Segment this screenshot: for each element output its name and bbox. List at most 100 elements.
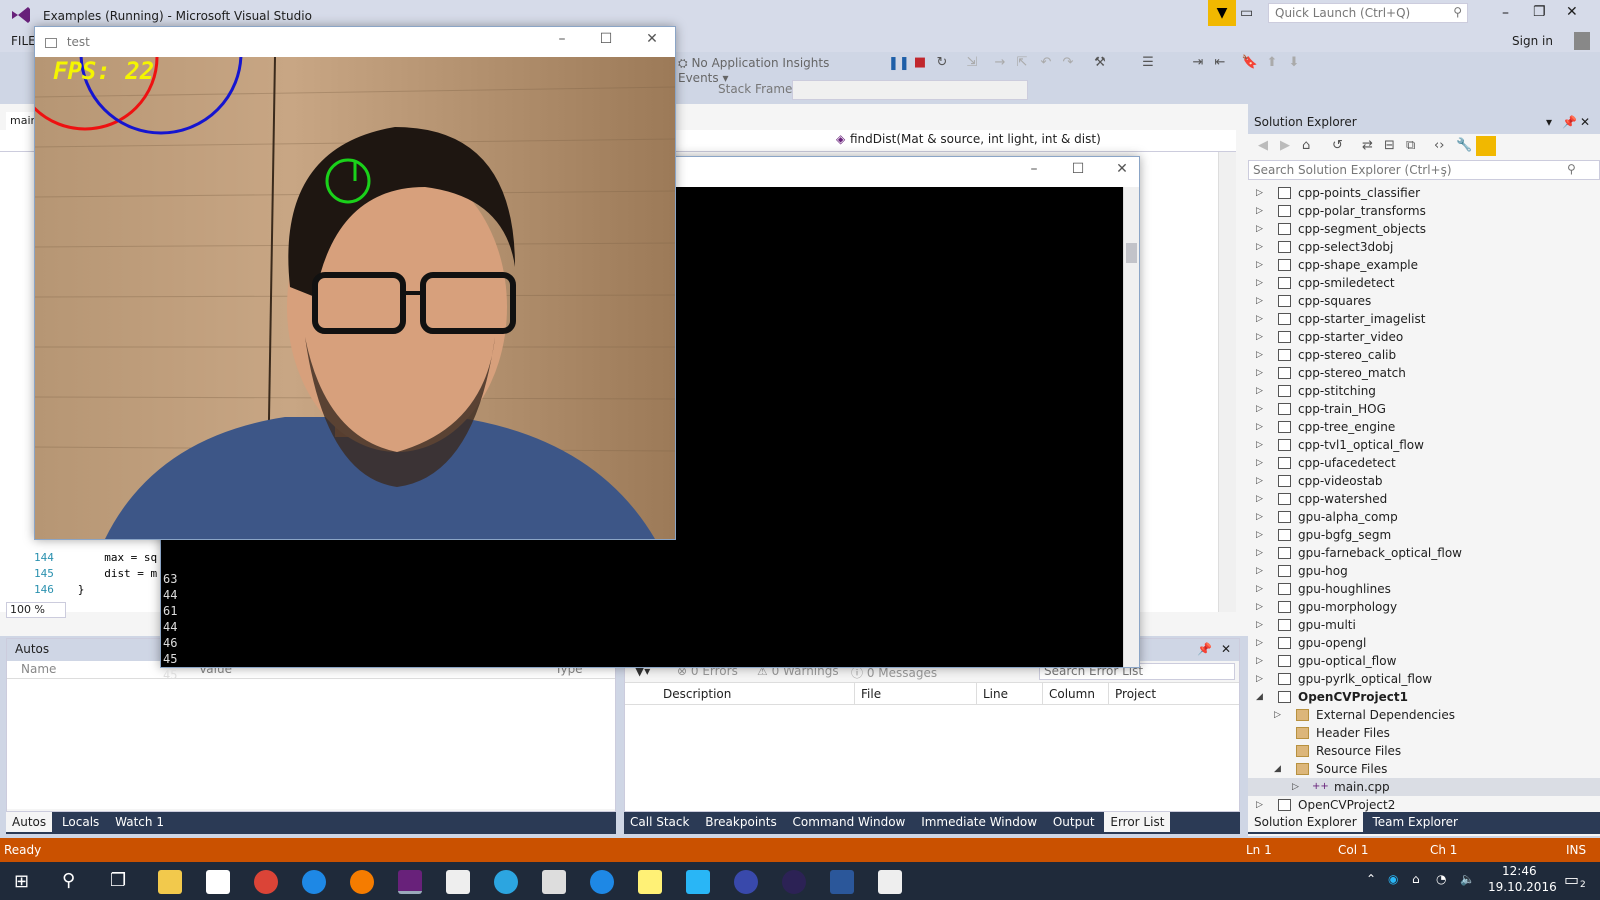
col-file[interactable]: File	[855, 683, 977, 705]
step-out-icon[interactable]: ⇱	[1012, 55, 1032, 70]
tree-main-cpp[interactable]: ▷ ++ main.cpp	[1248, 778, 1600, 796]
tree-project-item[interactable]: ▷ cpp-train_HOG	[1248, 400, 1600, 418]
home-icon[interactable]: ⌂	[1302, 138, 1310, 153]
tray-app-icon[interactable]: ◉	[1388, 872, 1398, 886]
tree-project-item[interactable]: ▷ cpp-points_classifier	[1248, 184, 1600, 202]
app-icon[interactable]	[542, 870, 566, 894]
eclipse-icon[interactable]	[782, 870, 806, 894]
wifi-icon[interactable]: ◔	[1436, 872, 1446, 886]
file-explorer-icon[interactable]	[158, 870, 182, 894]
minimize-button[interactable]: –	[547, 31, 577, 53]
refresh-app-icon[interactable]	[590, 870, 614, 894]
visual-studio-icon[interactable]	[398, 870, 422, 894]
maximize-button[interactable]: ☐	[1063, 161, 1093, 183]
tree-project-item[interactable]: ▷ cpp-shape_example	[1248, 256, 1600, 274]
minimize-button[interactable]: –	[1019, 161, 1049, 183]
word-icon[interactable]	[830, 870, 854, 894]
tree-project-item[interactable]: ▷ cpp-watershed	[1248, 490, 1600, 508]
panel-close-icon[interactable]: ✕	[1221, 642, 1231, 656]
console-scrollbar[interactable]	[1123, 187, 1139, 667]
outdent-icon[interactable]: ⇤	[1210, 55, 1230, 70]
tree-project-item[interactable]: ▷ cpp-smiledetect	[1248, 274, 1600, 292]
tab-breakpoints[interactable]: Breakpoints	[699, 812, 782, 832]
tab-autos[interactable]: Autos	[6, 812, 53, 832]
tree-project-item[interactable]: ▷ cpp-squares	[1248, 292, 1600, 310]
tree-project-opencvproject2[interactable]: ▷ OpenCVProject2	[1248, 796, 1600, 812]
dropdown-icon[interactable]: ▾	[1546, 115, 1552, 129]
maximize-button[interactable]: ☐	[591, 31, 621, 53]
close-button[interactable]: ✕	[637, 31, 667, 53]
tab-output[interactable]: Output	[1047, 812, 1101, 832]
tree-project-item[interactable]: ▷ gpu-opengl	[1248, 634, 1600, 652]
tree-header-files[interactable]: Header Files	[1248, 724, 1600, 742]
tools-icon[interactable]: ⚒	[1090, 55, 1110, 70]
tree-project-item[interactable]: ▷ gpu-farneback_optical_flow	[1248, 544, 1600, 562]
blue-app-icon[interactable]	[686, 870, 710, 894]
tree-project-item[interactable]: ▷ gpu-pyrlk_optical_flow	[1248, 670, 1600, 688]
network-icon[interactable]: ⌂	[1412, 872, 1420, 886]
tree-project-item[interactable]: ▷ gpu-hog	[1248, 562, 1600, 580]
console-app-icon[interactable]	[878, 870, 902, 894]
redo-icon[interactable]: ↷	[1058, 55, 1078, 70]
stop-icon[interactable]: ■	[910, 55, 930, 70]
tab-error-list[interactable]: Error List	[1104, 812, 1171, 832]
back-icon[interactable]: ◀	[1258, 138, 1268, 153]
function-dropdown[interactable]: ◈ findDist(Mat & source, int light, int …	[832, 132, 1232, 150]
store-icon[interactable]	[206, 870, 230, 894]
tree-project-item[interactable]: ▷ cpp-tvl1_optical_flow	[1248, 436, 1600, 454]
solution-search-input[interactable]: Search Solution Explorer (Ctrl+ş) ⚲	[1248, 160, 1600, 180]
history-icon[interactable]: ↺	[1332, 138, 1343, 153]
col-description[interactable]: Description	[657, 683, 855, 705]
tree-source-files[interactable]: ◢ Source Files	[1248, 760, 1600, 778]
format-icon[interactable]: ☰	[1138, 55, 1158, 70]
tree-project-item[interactable]: ▷ gpu-bgfg_segm	[1248, 526, 1600, 544]
restore-button[interactable]: ❐	[1533, 4, 1546, 20]
tree-project-item[interactable]: ▷ cpp-tree_engine	[1248, 418, 1600, 436]
tree-project-item[interactable]: ▷ cpp-polar_transforms	[1248, 202, 1600, 220]
editor-vertical-scrollbar[interactable]	[1218, 152, 1236, 612]
tree-project-opencvproject1[interactable]: ◢ OpenCVProject1	[1248, 688, 1600, 706]
edge-icon[interactable]	[302, 870, 326, 894]
forward-icon[interactable]: ▶	[1280, 138, 1290, 153]
tree-project-item[interactable]: ▷ cpp-stereo_calib	[1248, 346, 1600, 364]
tree-project-item[interactable]: ▷ cpp-stitching	[1248, 382, 1600, 400]
preview-icon[interactable]	[1476, 136, 1496, 156]
volume-icon[interactable]: 🔈	[1460, 872, 1475, 886]
tree-project-item[interactable]: ▷ gpu-morphology	[1248, 598, 1600, 616]
start-icon[interactable]: ⊞	[14, 871, 29, 892]
account-icon[interactable]	[1574, 32, 1590, 50]
tree-project-item[interactable]: ▷ cpp-stereo_match	[1248, 364, 1600, 382]
tree-project-item[interactable]: ▷ cpp-starter_video	[1248, 328, 1600, 346]
tree-project-item[interactable]: ▷ gpu-houghlines	[1248, 580, 1600, 598]
tab-locals[interactable]: Locals	[56, 812, 105, 832]
pin-icon[interactable]: 📌	[1197, 642, 1212, 656]
quick-launch-input[interactable]: Quick Launch (Ctrl+Q) ⚲	[1268, 3, 1468, 23]
tab-command-window[interactable]: Command Window	[787, 812, 912, 832]
properties-icon[interactable]: 🔧	[1456, 138, 1472, 153]
col-column[interactable]: Column	[1043, 683, 1109, 705]
tree-project-item[interactable]: ▷ cpp-select3dobj	[1248, 238, 1600, 256]
indent-icon[interactable]: ⇥	[1188, 55, 1208, 70]
tree-project-item[interactable]: ▷ cpp-ufacedetect	[1248, 454, 1600, 472]
unity-icon[interactable]	[446, 870, 470, 894]
bookmark-icon[interactable]: 🔖	[1240, 55, 1260, 70]
sign-in-link[interactable]: Sign in	[1512, 34, 1553, 48]
tree-project-item[interactable]: ▷ gpu-multi	[1248, 616, 1600, 634]
close-button[interactable]: ✕	[1107, 161, 1137, 183]
tree-external-dependencies[interactable]: ▷ External Dependencies	[1248, 706, 1600, 724]
col-name[interactable]: Name	[21, 662, 56, 676]
col-line[interactable]: Line	[977, 683, 1043, 705]
chrome-icon[interactable]	[254, 870, 278, 894]
col-project[interactable]: Project	[1109, 683, 1239, 705]
step-into-icon[interactable]: ⇲	[962, 55, 982, 70]
tab-solution-explorer[interactable]: Solution Explorer	[1248, 812, 1363, 832]
firefox-icon[interactable]	[350, 870, 374, 894]
tree-resource-files[interactable]: Resource Files	[1248, 742, 1600, 760]
tab-immediate-window[interactable]: Immediate Window	[915, 812, 1043, 832]
tree-project-item[interactable]: ▷ cpp-videostab	[1248, 472, 1600, 490]
next-bookmark-icon[interactable]: ⬇	[1284, 55, 1304, 70]
tree-project-item[interactable]: ▷ gpu-alpha_comp	[1248, 508, 1600, 526]
clock-date[interactable]: 19.10.2016	[1488, 880, 1557, 894]
prev-bookmark-icon[interactable]: ⬆	[1262, 55, 1282, 70]
sync-icon[interactable]: ⇄	[1362, 138, 1373, 153]
